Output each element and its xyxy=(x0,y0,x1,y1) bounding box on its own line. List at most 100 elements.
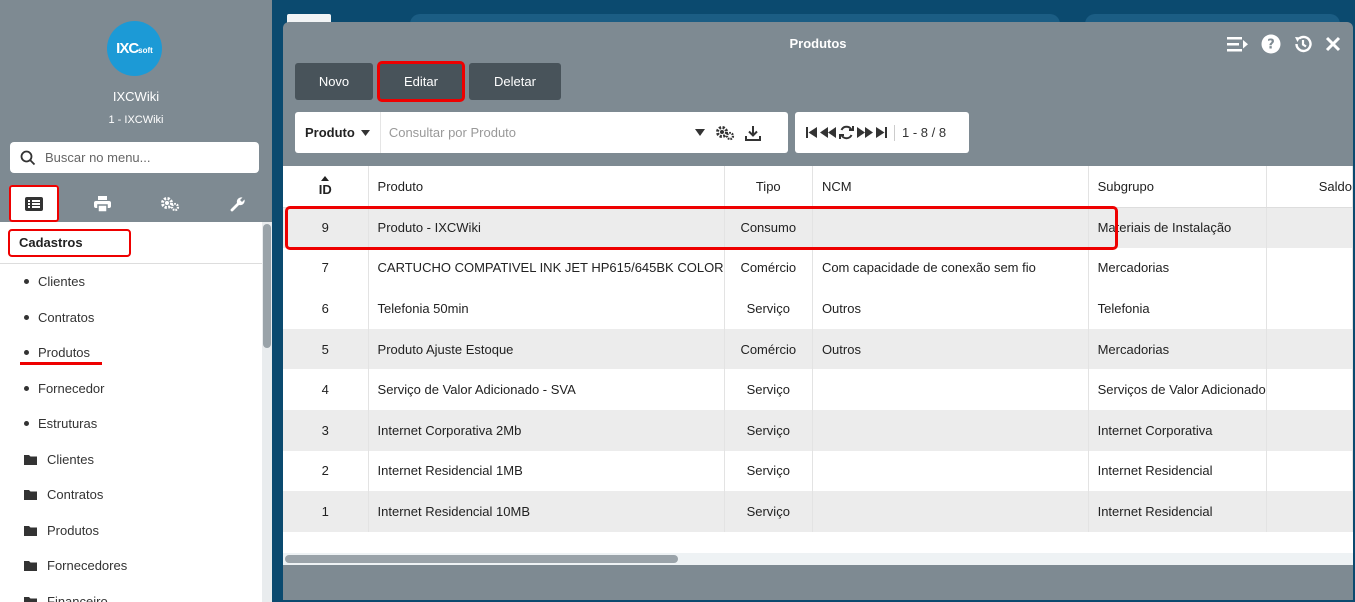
menu-folder-fornecedores[interactable]: Fornecedores xyxy=(0,548,262,584)
menu-folder-financeiro[interactable]: Financeiro xyxy=(0,584,262,602)
pager-separator xyxy=(894,124,895,141)
app-subtitle: 1 - IXCWiki xyxy=(108,114,164,126)
sidebar-scrollbar[interactable] xyxy=(262,222,272,602)
menu-item-label: Produtos xyxy=(47,522,100,538)
help-icon[interactable]: ? xyxy=(1261,34,1281,54)
cell-saldo xyxy=(1266,247,1353,289)
cell-saldo xyxy=(1266,207,1353,248)
table-row[interactable]: 4 Serviço de Valor Adicionado - SVA Serviç… xyxy=(283,369,1353,410)
cell-subgrupo: Internet Residencial xyxy=(1088,450,1267,492)
column-header-id[interactable]: ID xyxy=(283,166,369,208)
search-actions xyxy=(694,125,761,141)
table-row[interactable]: 7 CARTUCHO COMPATIVEL INK JET HP615/645BK… xyxy=(283,247,1353,289)
menu-item-label: Financeiro xyxy=(47,593,108,602)
cell-subgrupo: Materiais de Instalação xyxy=(1088,207,1267,248)
cell-tipo: Comércio xyxy=(724,247,813,289)
gears-icon xyxy=(160,196,180,212)
new-button[interactable]: Novo xyxy=(295,63,373,100)
tab-print[interactable] xyxy=(68,185,136,222)
menu-item-contratos[interactable]: Contratos xyxy=(0,300,262,336)
cell-produto: CARTUCHO COMPATIVEL INK JET HP615/645BK … xyxy=(368,247,725,289)
cell-produto: Internet Corporativa 2Mb xyxy=(368,409,725,451)
menu-item-clientes[interactable]: Clientes xyxy=(0,264,262,300)
first-page-icon[interactable] xyxy=(806,127,817,138)
cell-id: 5 xyxy=(283,328,369,370)
menu-item-fornecedor[interactable]: Fornecedor xyxy=(0,371,262,407)
cell-tipo: Serviço xyxy=(724,409,813,451)
search-field-select[interactable]: Produto xyxy=(295,112,381,153)
folder-icon xyxy=(24,489,37,501)
menu-search xyxy=(10,142,259,173)
gears-icon[interactable] xyxy=(715,125,735,141)
cell-saldo xyxy=(1266,328,1353,370)
folder-icon xyxy=(24,560,37,572)
menu-item-estruturas[interactable]: Estruturas xyxy=(0,406,262,442)
bullet-icon xyxy=(24,385,29,391)
menu-item-produtos[interactable]: Produtos xyxy=(0,335,262,371)
grid-horizontal-scrollbar[interactable] xyxy=(283,553,1353,565)
cell-subgrupo: Internet Corporativa xyxy=(1088,409,1267,451)
cell-id: 3 xyxy=(283,409,369,451)
cell-tipo: Serviço xyxy=(724,450,813,492)
column-header-subgrupo[interactable]: Subgrupo xyxy=(1088,166,1267,208)
column-header-tipo[interactable]: Tipo xyxy=(724,166,813,208)
scrollbar-thumb[interactable] xyxy=(263,224,271,348)
menu-section-cadastros[interactable]: Cadastros xyxy=(0,222,262,264)
download-icon[interactable] xyxy=(744,125,761,141)
table-header: ID Produto Tipo NCM Subgrupo Saldo xyxy=(283,166,1353,208)
cell-ncm xyxy=(812,450,1089,492)
edit-button[interactable]: Editar xyxy=(377,61,465,102)
produtos-window: Produtos ? Novo Editar Deletar Produto C… xyxy=(283,22,1353,600)
column-header-produto[interactable]: Produto xyxy=(368,166,725,208)
delete-button[interactable]: Deletar xyxy=(469,63,561,100)
tab-tools[interactable] xyxy=(204,185,272,222)
cell-saldo xyxy=(1266,369,1353,410)
record-count: 1 - 8 / 8 xyxy=(902,125,947,140)
cell-tipo: Serviço xyxy=(724,491,813,532)
table-row[interactable]: 1 Internet Residencial 10MB Serviço Interne… xyxy=(283,491,1353,532)
table-row[interactable]: 2 Internet Residencial 1MB Serviço Internet… xyxy=(283,450,1353,492)
menu-item-label: Contratos xyxy=(47,487,104,503)
menu-item-label: Fornecedores xyxy=(47,558,128,574)
column-label: Tipo xyxy=(755,178,781,194)
previous-page-icon[interactable] xyxy=(820,127,836,138)
column-header-saldo[interactable]: Saldo xyxy=(1266,166,1353,208)
cell-id: 4 xyxy=(283,369,369,410)
menu-folder-contratos[interactable]: Contratos xyxy=(0,477,262,513)
collapse-menu-icon[interactable] xyxy=(1227,36,1249,52)
table-row[interactable]: 5 Produto Ajuste Estoque Comércio Outros Mer… xyxy=(283,328,1353,370)
column-label: ID xyxy=(318,181,332,197)
menu-item-label: Produtos xyxy=(38,345,91,361)
column-label: NCM xyxy=(821,178,852,194)
window-controls: ? xyxy=(1227,34,1341,54)
close-icon[interactable] xyxy=(1325,36,1341,52)
app-logo[interactable]: IXC soft xyxy=(107,21,162,76)
table-row[interactable]: 9 Produto - IXCWiki Consumo Materiais de In… xyxy=(283,207,1353,248)
section-highlight xyxy=(8,229,131,257)
bullet-icon xyxy=(24,314,29,320)
search-icon xyxy=(20,150,36,166)
next-page-icon[interactable] xyxy=(857,127,873,138)
menu-search-input[interactable] xyxy=(45,150,245,165)
menu-folder-clientes[interactable]: Clientes xyxy=(0,442,262,478)
last-page-icon[interactable] xyxy=(876,127,887,138)
menu-folder-produtos[interactable]: Produtos xyxy=(0,513,262,549)
scrollbar-thumb[interactable] xyxy=(285,555,678,563)
sidebar-header: IXC soft IXCWiki 1 - IXCWiki xyxy=(0,0,272,222)
table-row[interactable]: 6 Telefonia 50min Serviço Outros Telefonia xyxy=(283,288,1353,329)
cell-id: 9 xyxy=(283,207,369,248)
cell-id: 2 xyxy=(283,450,369,492)
cell-subgrupo: Mercadorias xyxy=(1088,328,1267,370)
caret-down-icon[interactable] xyxy=(694,129,705,136)
refresh-icon[interactable] xyxy=(839,125,854,140)
column-header-ncm[interactable]: NCM xyxy=(812,166,1089,208)
list-icon xyxy=(25,196,43,211)
tab-list[interactable] xyxy=(9,185,59,222)
tab-settings[interactable] xyxy=(136,185,204,222)
menu-item-label: Estruturas xyxy=(38,416,98,432)
bullet-icon xyxy=(24,421,29,427)
cell-tipo: Serviço xyxy=(724,369,813,410)
search-input[interactable] xyxy=(388,125,689,140)
table-row[interactable]: 3 Internet Corporativa 2Mb Serviço Internet… xyxy=(283,409,1353,451)
history-icon[interactable] xyxy=(1293,34,1313,54)
